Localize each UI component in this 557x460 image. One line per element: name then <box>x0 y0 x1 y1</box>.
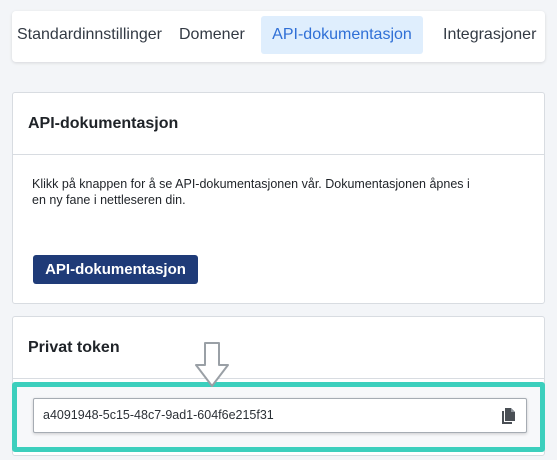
private-token-title: Privat token <box>28 339 120 356</box>
api-documentation-card-header: API-dokumentasjon <box>13 93 544 155</box>
tab-domener[interactable]: Domener <box>179 16 245 54</box>
private-token-card-header: Privat token <box>13 317 544 379</box>
private-token-field[interactable]: a4091948-5c15-48c7-9ad1-604f6e215f31 <box>33 398 527 433</box>
private-token-value: a4091948-5c15-48c7-9ad1-604f6e215f31 <box>43 408 274 422</box>
api-documentation-title: API-dokumentasjon <box>28 115 179 132</box>
api-documentation-description: Klikk på knappen for å se API-dokumentas… <box>32 177 470 207</box>
api-documentation-button[interactable]: API-dokumentasjon <box>33 255 198 284</box>
api-documentation-card: API-dokumentasjon Klikk på knappen for å… <box>12 92 545 304</box>
settings-tabs: Standardinnstillinger Domener API-dokume… <box>12 11 545 62</box>
tab-integrasjoner[interactable]: Integrasjoner <box>443 16 536 54</box>
down-arrow-icon <box>193 340 231 390</box>
copy-icon[interactable] <box>501 407 517 425</box>
tab-standardinnstillinger[interactable]: Standardinnstillinger <box>17 16 162 54</box>
tab-api-dokumentasjon[interactable]: API-dokumentasjon <box>261 16 423 54</box>
